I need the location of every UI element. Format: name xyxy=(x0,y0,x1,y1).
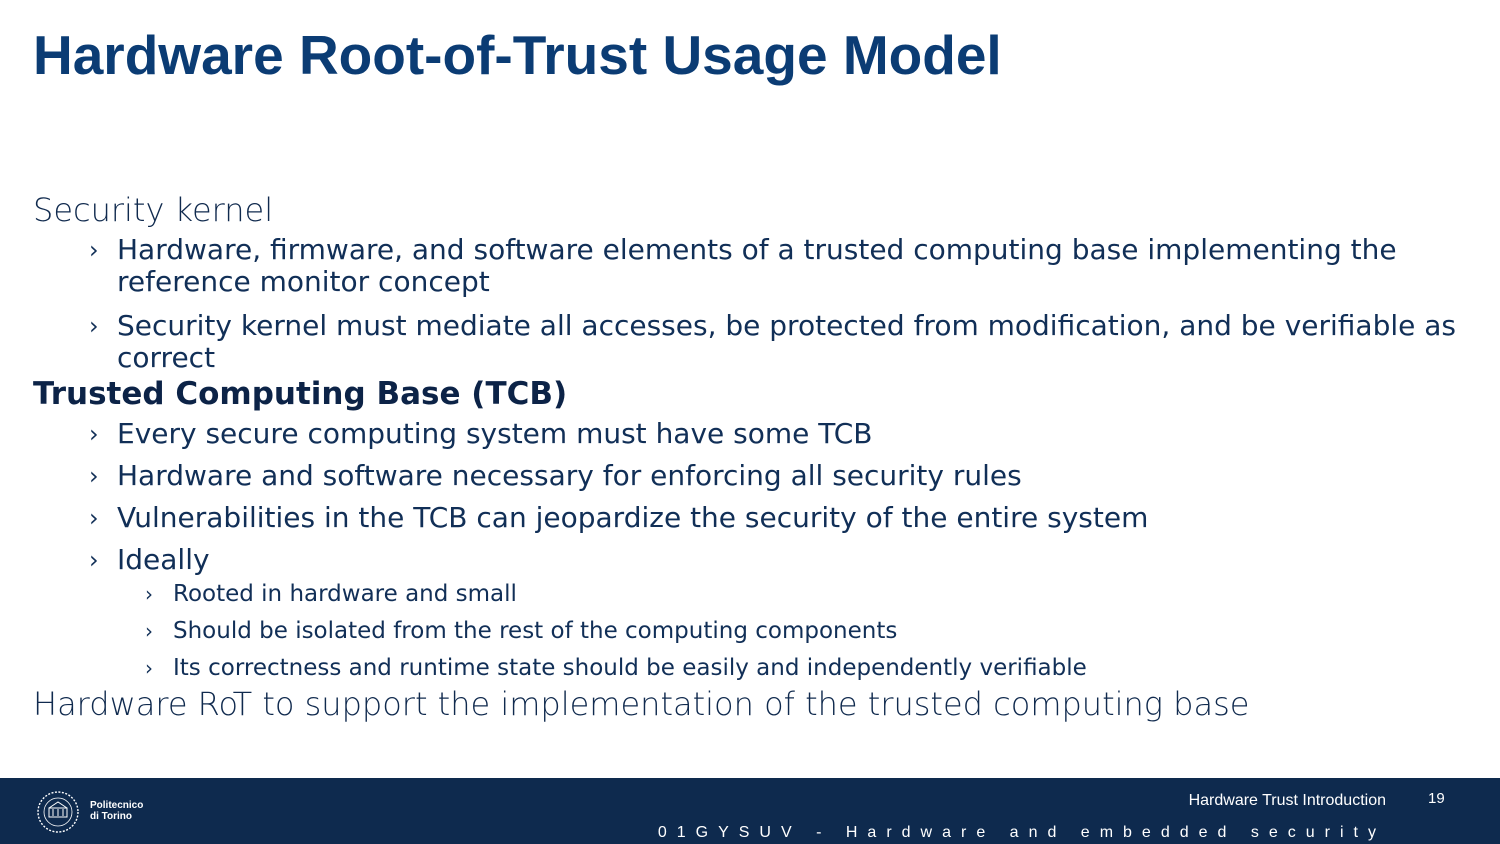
bullet-text: Vulnerabilities in the TCB can jeopardiz… xyxy=(117,501,1149,534)
slide-body: Security kernel › Hardware, firmware, an… xyxy=(33,190,1473,724)
bullet-chevron-icon: › xyxy=(145,619,153,643)
heading-security-kernel: Security kernel xyxy=(33,191,274,229)
sub-bullet-text: Rooted in hardware and small xyxy=(173,581,517,607)
bullet-chevron-icon: › xyxy=(89,312,99,340)
logo-line: di Torino xyxy=(90,811,133,822)
bullet-item: › Ideally xyxy=(33,544,1473,576)
course-name: 01GYSUV - Hardware and embedded security xyxy=(657,824,1386,841)
conclusion-text: Hardware RoT to support the implementati… xyxy=(33,685,1250,723)
bullet-chevron-icon: › xyxy=(89,236,99,264)
presentation-title: Hardware Trust Introduction xyxy=(1188,792,1386,809)
bullet-chevron-icon: › xyxy=(89,546,99,574)
sub-bullet-text: Its correctness and runtime state should… xyxy=(173,655,1087,681)
logo-wordmark: Politecnico di Torino xyxy=(90,800,143,822)
bullet-text: Security kernel must mediate all accesse… xyxy=(117,309,1456,374)
bullet-item: › Vulnerabilities in the TCB can jeopard… xyxy=(33,502,1473,534)
university-seal-icon xyxy=(37,791,79,833)
bullet-item: › Hardware, firmware, and software eleme… xyxy=(33,234,1473,298)
bullet-text: Hardware, firmware, and software element… xyxy=(117,233,1397,298)
logo-line: Politecnico xyxy=(90,800,144,811)
bullet-item: › Hardware and software necessary for en… xyxy=(33,460,1473,492)
bullet-chevron-icon: › xyxy=(145,656,153,680)
sub-bullet-text: Should be isolated from the rest of the … xyxy=(173,618,898,644)
politecnico-logo: Politecnico di Torino xyxy=(36,790,146,834)
bullet-text: Every secure computing system must have … xyxy=(117,417,873,450)
page-number: 19 xyxy=(1428,790,1445,807)
bullet-text: Hardware and software necessary for enfo… xyxy=(117,459,1022,492)
bullet-text: Ideally xyxy=(117,543,210,576)
sub-bullet-item: › Rooted in hardware and small xyxy=(33,580,1473,608)
bullet-chevron-icon: › xyxy=(145,582,153,606)
footer-bar: Politecnico di Torino Hardware Trust Int… xyxy=(0,778,1500,844)
bullet-chevron-icon: › xyxy=(89,462,99,490)
sub-bullet-item: › Its correctness and runtime state shou… xyxy=(33,654,1473,682)
bullet-item: › Every secure computing system must hav… xyxy=(33,418,1473,450)
heading-tcb: Trusted Computing Base (TCB) xyxy=(33,376,568,412)
bullet-chevron-icon: › xyxy=(89,420,99,448)
bullet-chevron-icon: › xyxy=(89,504,99,532)
sub-bullet-item: › Should be isolated from the rest of th… xyxy=(33,617,1473,645)
slide-title: Hardware Root-of-Trust Usage Model xyxy=(33,24,1002,86)
bullet-item: › Security kernel must mediate all acces… xyxy=(33,310,1473,374)
